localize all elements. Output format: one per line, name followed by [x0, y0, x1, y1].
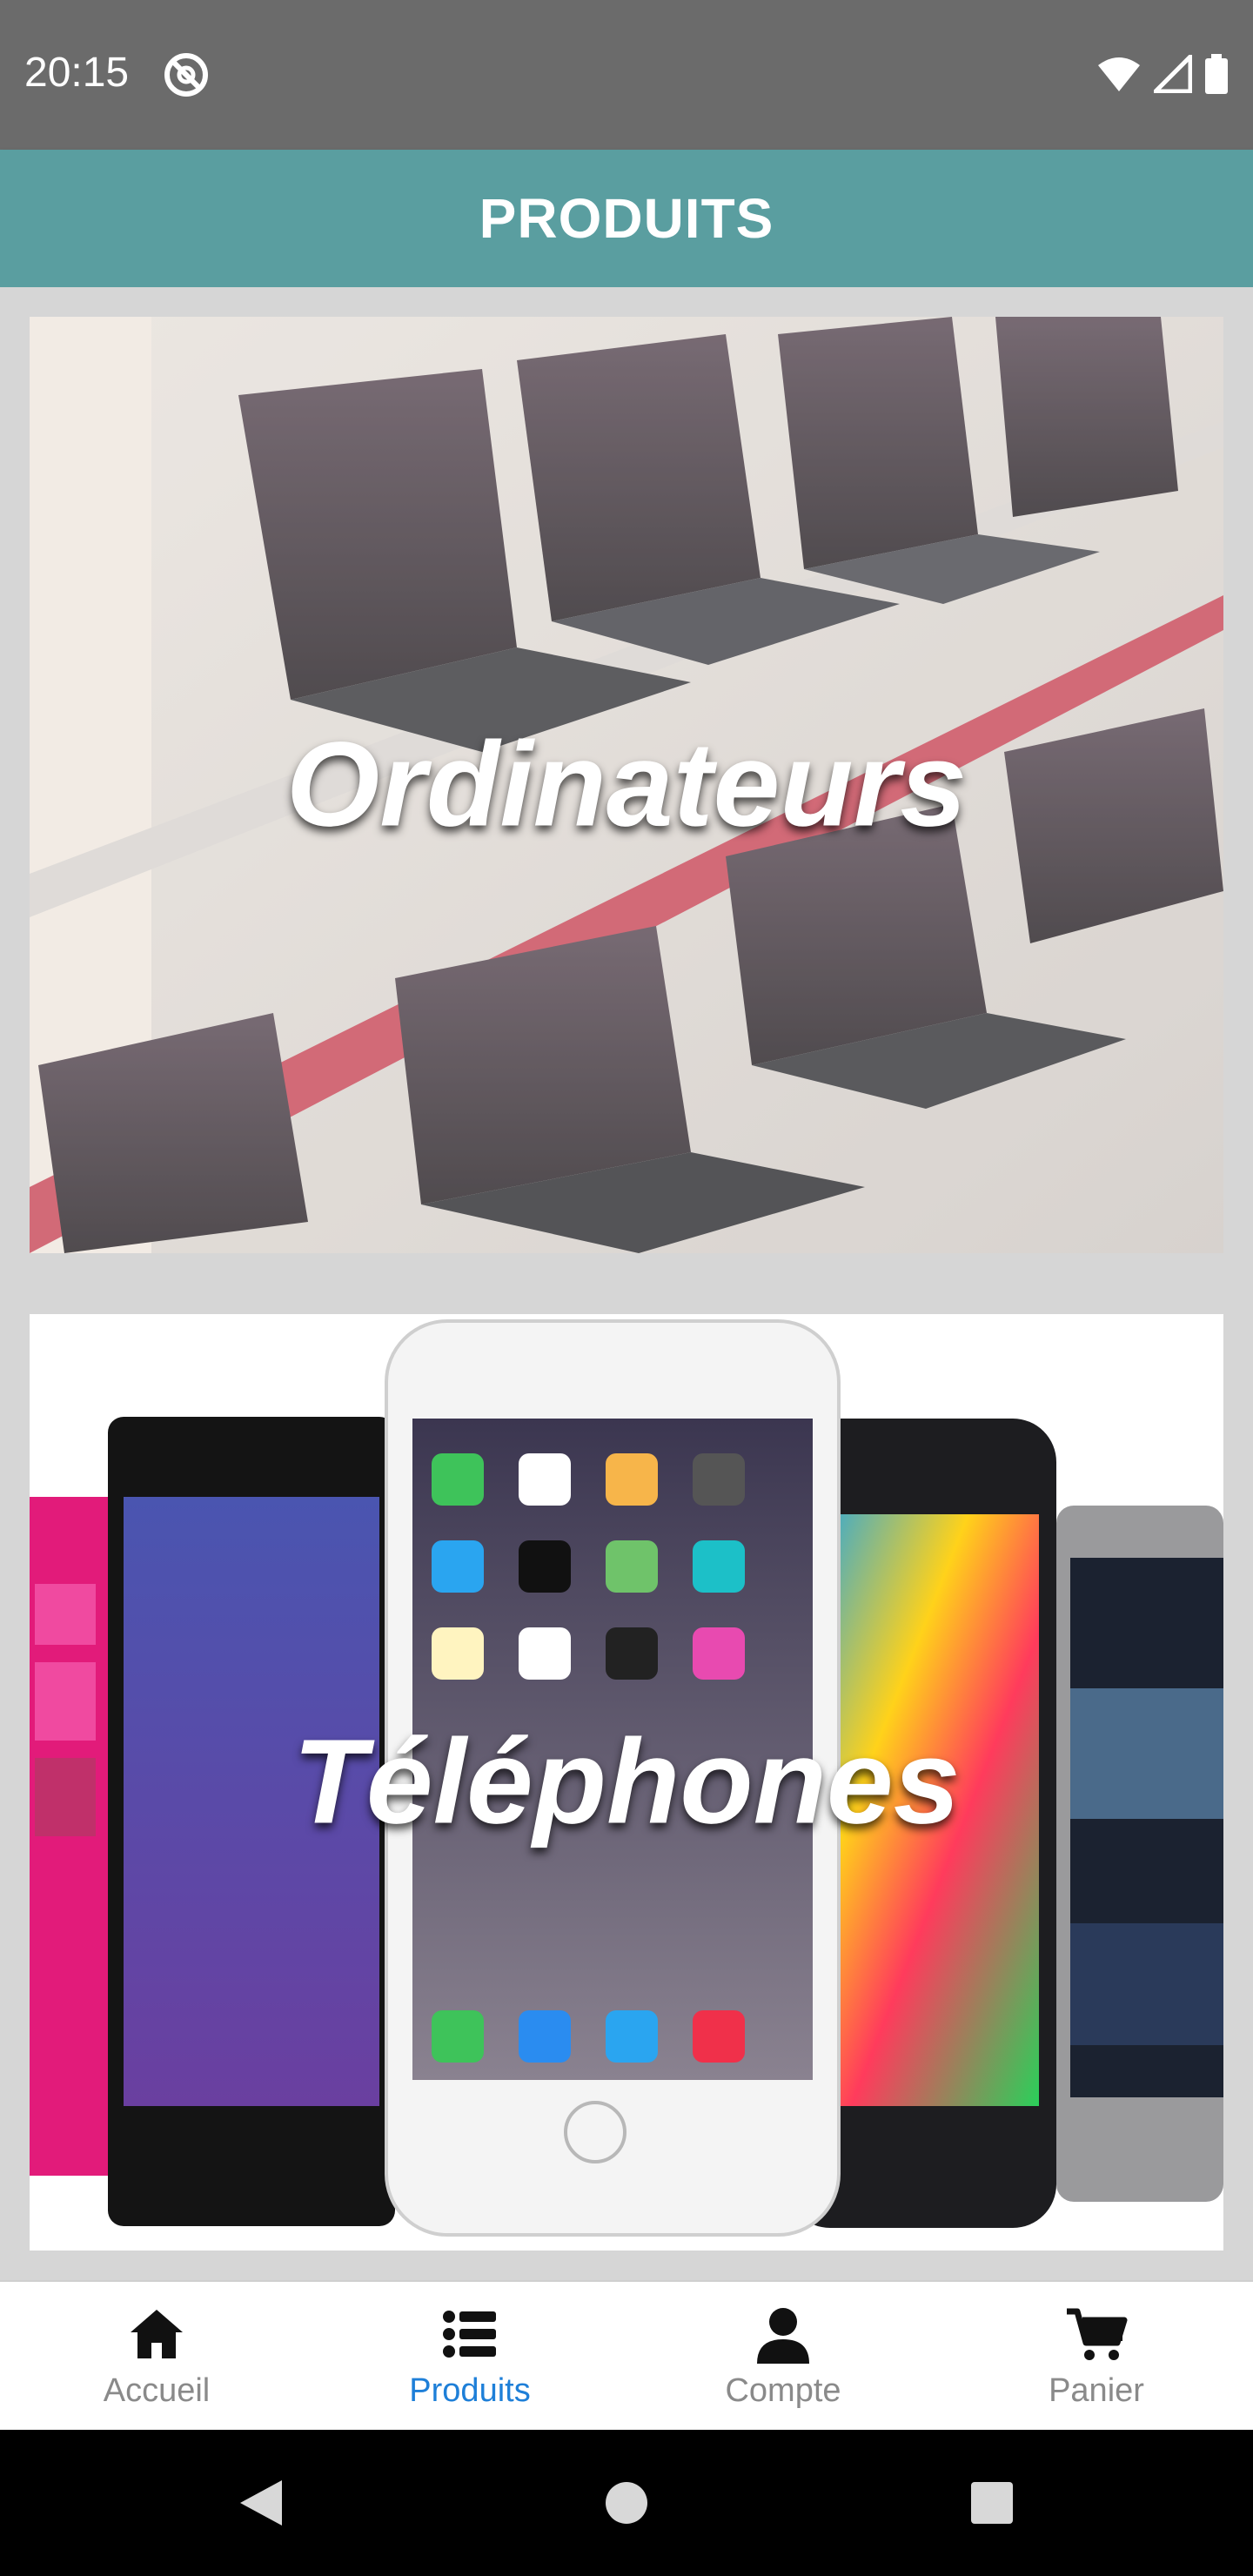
home-circle-icon — [606, 2482, 647, 2524]
nav-label: Produits — [409, 2371, 531, 2409]
notification-app-icon — [164, 53, 208, 97]
nav-label: Panier — [1049, 2371, 1144, 2409]
category-label: Téléphones — [292, 1714, 961, 1849]
nav-item-compte[interactable]: Compte — [626, 2282, 940, 2430]
system-recents-button[interactable] — [809, 2480, 1175, 2526]
list-icon — [443, 2310, 496, 2358]
system-back-button[interactable] — [78, 2477, 444, 2529]
home-icon — [131, 2309, 183, 2358]
nav-item-panier[interactable]: Panier — [940, 2282, 1253, 2430]
status-bar: 20:15 — [0, 0, 1253, 150]
status-time: 20:15 — [24, 50, 130, 96]
category-card-phones[interactable]: Téléphones — [30, 1314, 1223, 2251]
wifi-icon — [1098, 57, 1140, 91]
back-triangle-icon — [240, 2480, 282, 2526]
system-navigation-bar — [0, 2430, 1253, 2576]
nav-item-accueil[interactable]: Accueil — [0, 2282, 313, 2430]
cart-icon — [1067, 2308, 1128, 2360]
category-card-computers[interactable]: Ordinateurs — [30, 317, 1223, 1253]
nav-item-produits[interactable]: Produits — [313, 2282, 626, 2430]
nav-label: Compte — [725, 2371, 841, 2409]
system-home-button[interactable] — [444, 2480, 809, 2526]
nav-label: Accueil — [103, 2371, 211, 2409]
signal-icon — [1154, 55, 1192, 93]
category-list: Ordinateurs Téléphones — [0, 287, 1253, 2280]
recents-square-icon — [971, 2482, 1013, 2524]
user-icon — [757, 2307, 809, 2364]
category-label: Ordinateurs — [285, 717, 968, 852]
bottom-navigation: Accueil Produits Compte Panier — [0, 2280, 1253, 2430]
battery-icon — [1205, 54, 1228, 94]
page-title: PRODUITS — [479, 187, 774, 250]
app-bar: PRODUITS — [0, 150, 1253, 287]
